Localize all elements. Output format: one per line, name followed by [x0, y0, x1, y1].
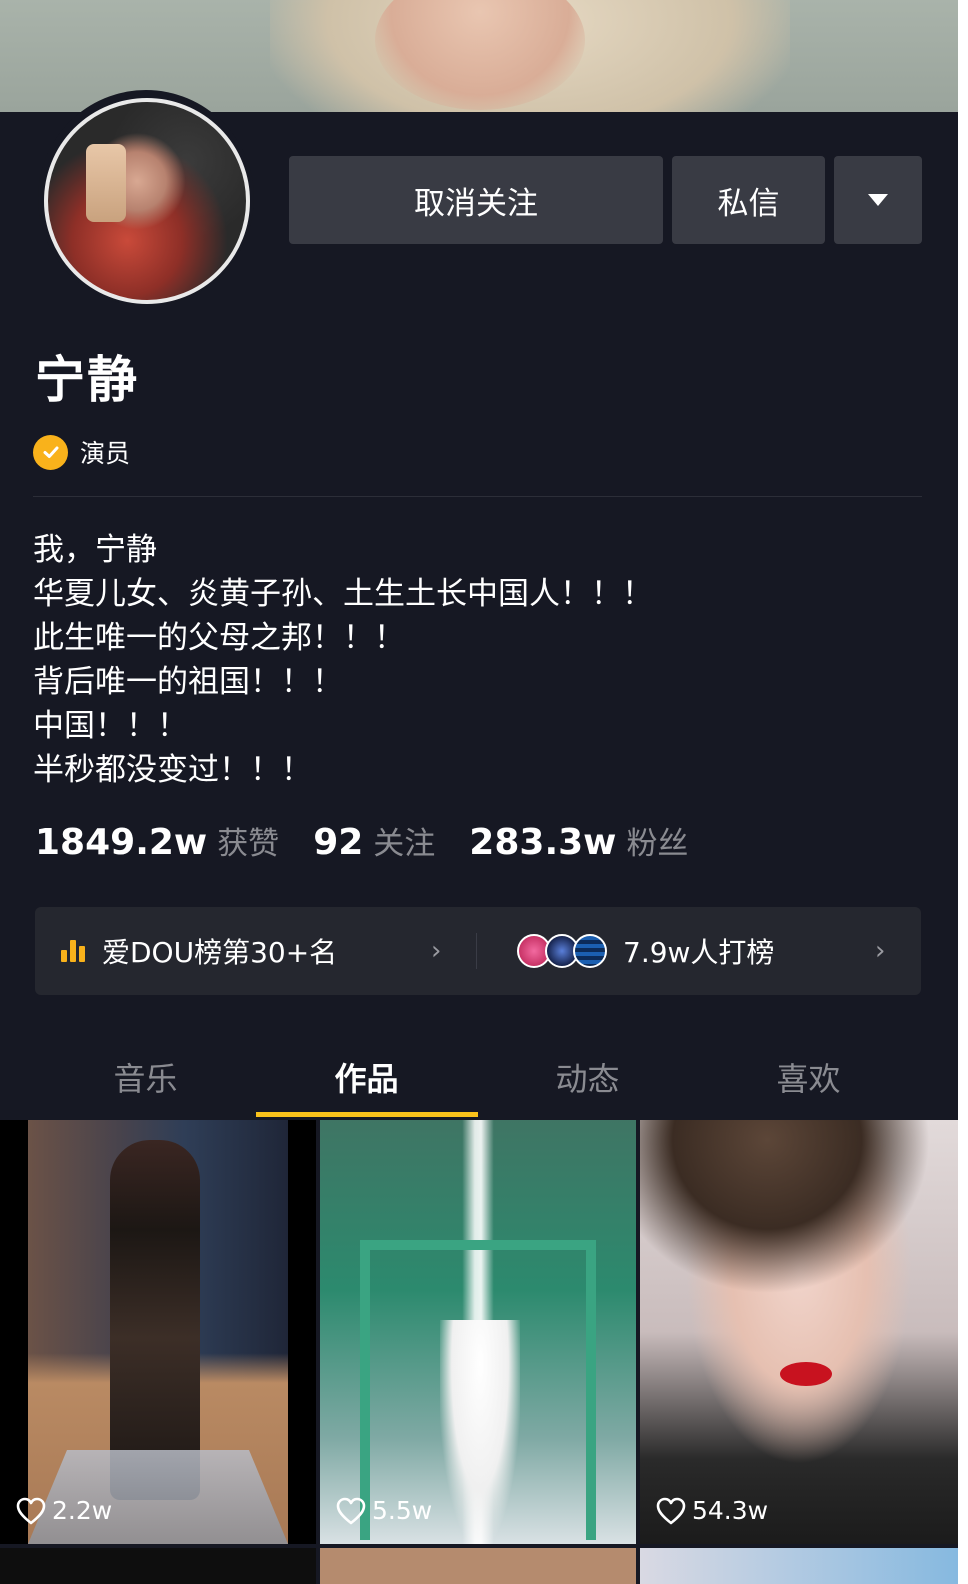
video-likes-count: 54.3w [692, 1496, 769, 1525]
stat-likes[interactable]: 1849.2w 获赞 [35, 818, 279, 863]
screen-edge [958, 0, 968, 1584]
divider [33, 496, 922, 497]
heart-icon [16, 1497, 46, 1524]
profile-name: 宁静 [35, 351, 139, 409]
bio-line: 半秒都没变过！！！ [33, 752, 312, 788]
tab-music[interactable]: 音乐 [35, 1054, 256, 1100]
dou-rank-text: 爱DOU榜第30+名 [102, 936, 338, 969]
message-button[interactable]: 私信 [672, 156, 825, 244]
profile-page: 取消关注 私信 宁静 演员 我，宁静 华夏儿女、炎黄子孙、土生土长中国人！！！ … [0, 0, 968, 1584]
supporter-avatar [573, 934, 607, 968]
avatar[interactable] [44, 98, 250, 304]
bio-line: 华夏儿女、炎黄子孙、土生土长中国人！！！ [33, 576, 653, 612]
stats-row: 1849.2w 获赞 92 关注 283.3w 粉丝 [35, 818, 722, 863]
following-label: 关注 [373, 826, 436, 862]
tab-activity[interactable]: 动态 [477, 1054, 698, 1100]
video-tile-partial[interactable] [320, 1548, 636, 1584]
bio-line: 我，宁静 [33, 532, 157, 568]
tab-works[interactable]: 作品 [256, 1054, 477, 1100]
rank-separator [476, 933, 477, 969]
video-tile-partial[interactable] [0, 1548, 316, 1584]
chevron-right-icon: › [875, 936, 886, 966]
video-tile[interactable]: 2.2w [0, 1120, 316, 1544]
video-likes: 54.3w [656, 1496, 768, 1525]
bio-line: 背后唯一的祖国！！！ [33, 664, 343, 700]
video-likes: 2.2w [16, 1496, 112, 1525]
likes-label: 获赞 [217, 826, 280, 862]
more-button[interactable] [834, 156, 922, 244]
likes-count: 1849.2w [35, 822, 208, 863]
bio: 我，宁静 华夏儿女、炎黄子孙、土生土长中国人！！！ 此生唯一的父母之邦！！！ 背… [33, 528, 653, 792]
video-tile[interactable]: 5.5w [320, 1120, 636, 1544]
fans-label: 粉丝 [626, 826, 689, 862]
dou-rank-entry[interactable]: 爱DOU榜第30+名 [61, 907, 337, 995]
heart-icon [656, 1497, 686, 1524]
stat-fans[interactable]: 283.3w 粉丝 [469, 818, 688, 863]
unfollow-button[interactable]: 取消关注 [289, 156, 663, 244]
supporter-avatars [517, 934, 607, 968]
profile-tabs: 音乐 作品 动态 喜欢 [35, 1040, 921, 1120]
verified-check-icon [33, 434, 68, 470]
unfollow-label: 取消关注 [414, 185, 538, 222]
verification-row: 演员 [33, 434, 130, 470]
video-grid: 2.2w 5.5w 54.3w [0, 1120, 958, 1584]
bar-chart-icon [61, 940, 88, 962]
active-tab-indicator [256, 1112, 478, 1117]
video-likes-count: 2.2w [52, 1496, 113, 1525]
heart-icon [336, 1497, 366, 1524]
message-label: 私信 [717, 185, 780, 222]
video-tile-partial[interactable] [640, 1548, 958, 1584]
video-tile[interactable]: 54.3w [640, 1120, 958, 1544]
chevron-right-icon: › [431, 936, 442, 966]
verification-label: 演员 [80, 439, 131, 468]
stat-following[interactable]: 92 关注 [313, 818, 435, 863]
following-count: 92 [313, 822, 364, 863]
supporters-text: 7.9w人打榜 [623, 936, 775, 969]
caret-down-icon [868, 194, 888, 206]
supporters-entry[interactable]: 7.9w人打榜 [517, 907, 774, 995]
rank-bar: 爱DOU榜第30+名 › 7.9w人打榜 › [35, 907, 921, 995]
bio-line: 此生唯一的父母之邦！！！ [33, 620, 405, 656]
video-likes: 5.5w [336, 1496, 432, 1525]
tab-liked[interactable]: 喜欢 [698, 1054, 919, 1100]
bio-line: 中国！！！ [33, 708, 188, 744]
fans-count: 283.3w [469, 822, 617, 863]
video-likes-count: 5.5w [372, 1496, 433, 1525]
